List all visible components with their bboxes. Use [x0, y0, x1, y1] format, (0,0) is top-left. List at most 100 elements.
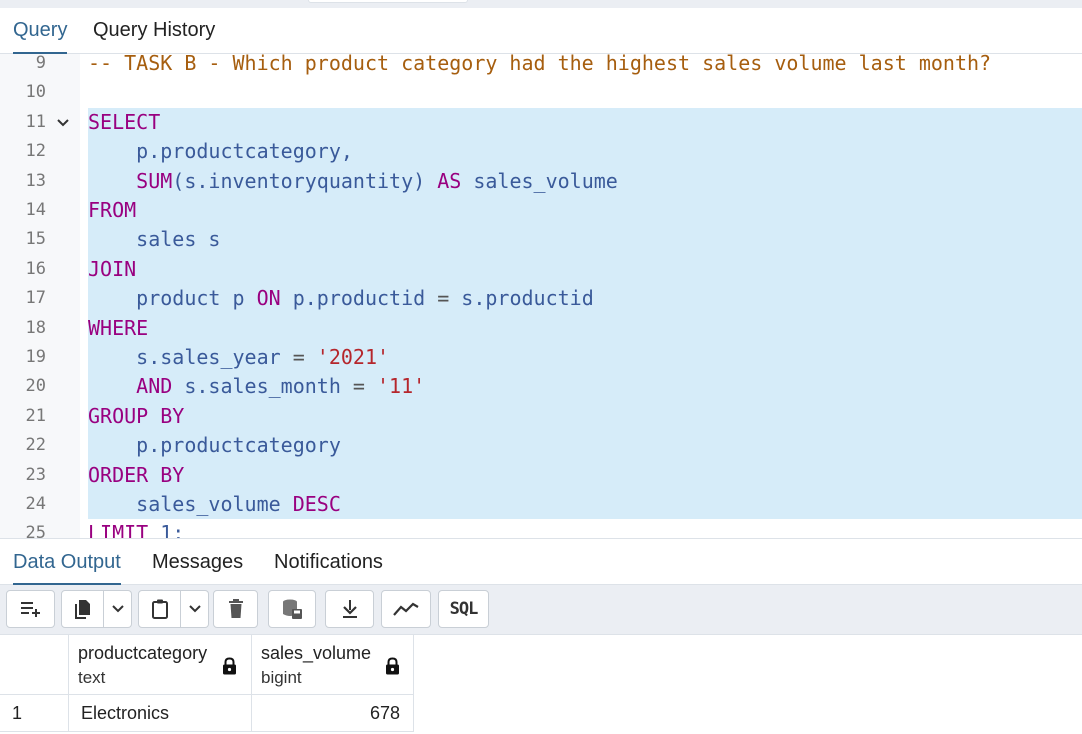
line-number: 9	[35, 54, 46, 73]
line-number: 17	[25, 288, 46, 309]
lock-icon	[386, 657, 399, 675]
paste-options-dropdown[interactable]	[181, 590, 209, 628]
code-token: SELECT	[88, 109, 161, 134]
code-line[interactable]: 22 p.productcategory	[0, 431, 1082, 461]
code-token: LIMIT	[88, 521, 149, 538]
code-token: p.productcategory,	[88, 139, 353, 164]
line-number: 11	[25, 111, 46, 132]
code-line[interactable]: 21 GROUP BY	[0, 401, 1082, 432]
save-data-button[interactable]	[268, 590, 316, 628]
row-number: 1	[12, 703, 23, 723]
code-line[interactable]: 18 WHERE	[0, 313, 1082, 343]
fold-chevron-icon[interactable]	[57, 108, 69, 137]
lock-icon	[223, 657, 236, 675]
tab-data-output[interactable]: Data Output	[13, 539, 121, 585]
code-line[interactable]: 13 SUM(s.inventoryquantity) AS sales_vol…	[0, 166, 1082, 196]
code-token: -- TASK B - Which product category had t…	[88, 54, 992, 75]
save-data-icon	[283, 599, 302, 619]
code-line[interactable]: 9 -- TASK B - Which product category had …	[0, 54, 1082, 78]
code-line[interactable]: 10	[0, 78, 1082, 107]
download-button[interactable]	[325, 590, 374, 628]
code-token: DESC	[292, 492, 341, 516]
code-text: sales_volume DESC	[88, 490, 1082, 520]
line-number: 16	[25, 258, 46, 279]
code-text: SELECT	[88, 107, 1082, 138]
chevron-down-icon	[111, 605, 124, 613]
sql-editor[interactable]: 9 -- TASK B - Which product category had …	[0, 54, 1082, 538]
code-line[interactable]: 11 SELECT	[0, 107, 1082, 138]
download-icon	[342, 600, 357, 618]
row-number-cell[interactable]: 1	[0, 695, 69, 732]
query-tabs: Query Query History	[0, 8, 1082, 54]
code-line[interactable]: 24 sales_volume DESC	[0, 490, 1082, 520]
code-token: ON	[256, 286, 281, 311]
code-token: =	[437, 286, 450, 311]
copy-button[interactable]	[61, 590, 104, 628]
tab-messages[interactable]: Messages	[152, 539, 243, 585]
column-name: productcategory	[78, 643, 208, 663]
code-text: LIMIT 1;	[88, 519, 1082, 538]
code-line[interactable]: 25 LIMIT 1;	[0, 519, 1082, 538]
line-number: 12	[25, 141, 46, 162]
code-line[interactable]: 14 FROM	[0, 196, 1082, 226]
code-text: GROUP BY	[88, 401, 1082, 432]
code-token: =	[292, 345, 305, 369]
delete-row-button[interactable]	[213, 590, 258, 628]
line-number: 20	[25, 376, 46, 397]
code-line[interactable]: 19 s.sales_year = '2021'	[0, 343, 1082, 373]
tab-query[interactable]: Query	[13, 8, 68, 54]
code-line[interactable]: 23 ORDER BY	[0, 460, 1082, 490]
line-number: 15	[25, 229, 46, 250]
code-text: ORDER BY	[88, 460, 1082, 490]
code-text: SUM(s.inventoryquantity) AS sales_volume	[88, 166, 1082, 196]
column-type: text	[78, 668, 106, 687]
column-header-sales-volume[interactable]: sales_volume bigint	[252, 635, 414, 695]
code-line[interactable]: 16 JOIN	[0, 254, 1082, 285]
code-text: p.productcategory	[88, 431, 1082, 461]
chevron-down-icon	[188, 605, 201, 613]
editor-tab-edge[interactable]	[308, 0, 468, 3]
line-number: 25	[25, 523, 46, 538]
code-token: s.sales_year	[88, 345, 293, 369]
table-cell[interactable]: 678	[252, 695, 414, 732]
copy-options-dropdown[interactable]	[104, 590, 132, 628]
add-row-button[interactable]	[6, 590, 55, 628]
tab-query-history[interactable]: Query History	[93, 8, 215, 54]
code-text: FROM	[88, 196, 1082, 226]
line-number: 23	[25, 464, 46, 485]
row-number-header	[0, 635, 69, 695]
code-token: JOIN	[88, 256, 137, 281]
add-row-icon	[20, 602, 40, 617]
tab-notifications[interactable]: Notifications	[274, 539, 383, 585]
sql-button[interactable]: SQL	[438, 590, 489, 628]
cell-value: 678	[369, 703, 400, 723]
code-line[interactable]: 12 p.productcategory,	[0, 137, 1082, 167]
code-text: product p ON p.productid = s.productid	[88, 284, 1082, 314]
delete-icon	[228, 599, 243, 618]
code-token: AS	[437, 168, 462, 193]
code-token: s.productid	[449, 286, 594, 311]
code-token: p.productid	[280, 286, 438, 311]
line-number: 19	[25, 347, 46, 367]
column-header-productcategory[interactable]: productcategory text	[69, 635, 252, 695]
code-text: sales s	[88, 225, 1082, 255]
table-cell[interactable]: Electronics	[69, 695, 252, 732]
code-text: p.productcategory,	[88, 137, 1082, 167]
graph-visualiser-button[interactable]	[381, 590, 431, 628]
code-line[interactable]: 20 AND s.sales_month = '11'	[0, 372, 1082, 402]
code-text: WHERE	[88, 313, 1082, 343]
line-number: 18	[25, 317, 46, 338]
code-token: AND	[136, 374, 173, 399]
line-number: 22	[25, 435, 46, 456]
line-number: 14	[25, 200, 46, 220]
code-line[interactable]: 17 product p ON p.productid = s.producti…	[0, 284, 1082, 314]
line-number: 24	[25, 494, 46, 514]
graph-icon	[393, 602, 419, 616]
code-line[interactable]: 15 sales s	[0, 225, 1082, 255]
code-token: sales s	[88, 227, 221, 252]
copy-icon	[74, 600, 90, 619]
code-token: '2021'	[316, 345, 390, 369]
paste-button[interactable]	[138, 590, 181, 628]
